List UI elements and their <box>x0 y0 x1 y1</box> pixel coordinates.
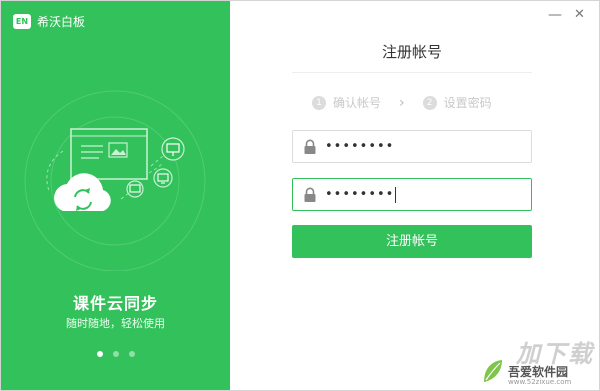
confirm-password-value: •••••••• <box>325 187 395 202</box>
carousel-dot-3[interactable] <box>128 351 135 357</box>
carousel-dot-1[interactable] <box>96 351 103 357</box>
page-title: 注册帐号 <box>381 43 442 61</box>
register-button[interactable]: 注册帐号 <box>292 225 532 258</box>
step-1-label: 确认帐号 <box>333 96 382 110</box>
brand: EN 希沃白板 <box>13 13 85 30</box>
text-cursor <box>395 186 397 203</box>
chevron-right-icon: › <box>399 94 405 111</box>
slogan-title: 课件云同步 <box>72 294 158 313</box>
step-1-number: 1 <box>312 95 326 110</box>
step-indicator: 1 确认帐号 › 2 设置密码 <box>312 94 492 111</box>
site-watermark: 加下载 吾爱软件园 www.52zixue.com <box>478 334 596 386</box>
app-logo-icon: EN <box>13 14 31 29</box>
app-window: EN 希沃白板 课件云同步 随时随地，轻松使用 — ✕ 注册帐号 1 确认帐号 … <box>0 0 600 391</box>
password-value: •••••••• <box>325 139 395 154</box>
step-2-number: 2 <box>422 95 437 110</box>
carousel-dot-2[interactable] <box>112 351 119 357</box>
leaf-logo-icon <box>484 360 502 382</box>
confirm-password-field[interactable]: •••••••• <box>292 178 532 211</box>
carousel-dots <box>1 351 230 357</box>
slogan-subtitle: 随时随地，轻松使用 <box>66 317 165 330</box>
promo-panel: EN 希沃白板 课件云同步 随时随地，轻松使用 <box>1 1 230 390</box>
app-name: 希沃白板 <box>37 15 86 29</box>
minimize-button[interactable]: — <box>548 7 562 23</box>
step-2-label: 设置密码 <box>443 96 492 110</box>
lock-icon <box>304 139 316 154</box>
close-button[interactable]: ✕ <box>574 7 585 23</box>
title-divider <box>292 72 532 73</box>
password-field[interactable]: •••••••• <box>292 130 532 163</box>
lock-icon <box>304 187 316 202</box>
register-panel: — ✕ 注册帐号 1 确认帐号 › 2 设置密码 •••••••• ••••••… <box>230 1 599 390</box>
cloud-sync-illustration <box>24 90 206 271</box>
watermark-site-url: www.52zixue.com <box>508 378 572 386</box>
